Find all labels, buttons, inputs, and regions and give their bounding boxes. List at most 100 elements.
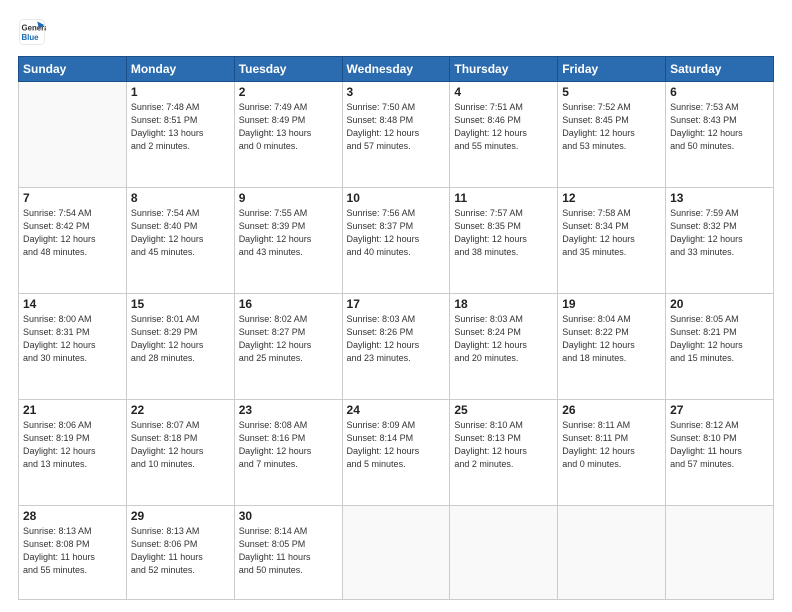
logo-icon: General Blue	[18, 18, 46, 46]
calendar-cell	[342, 506, 450, 600]
calendar-cell: 29 Sunrise: 8:13 AMSunset: 8:06 PMDayligh…	[126, 506, 234, 600]
calendar-week-row: 7Sunrise: 7:54 AMSunset: 8:42 PMDaylight…	[19, 188, 774, 294]
calendar-cell: 1Sunrise: 7:48 AMSunset: 8:51 PMDaylight…	[126, 82, 234, 188]
calendar-cell: 4 Sunrise: 7:51 AMSunset: 8:46 PMDaylight…	[450, 82, 558, 188]
header: General Blue	[18, 18, 774, 46]
calendar-week-row: 1Sunrise: 7:48 AMSunset: 8:51 PMDaylight…	[19, 82, 774, 188]
day-info: Sunrise: 8:07 AMSunset: 8:18 PMDaylight:…	[131, 419, 230, 471]
day-number: 30	[239, 509, 338, 523]
day-number: 21	[23, 403, 122, 417]
day-number: 15	[131, 297, 230, 311]
day-number: 25	[454, 403, 553, 417]
day-info: Sunrise: 7:55 AMSunset: 8:39 PMDaylight:…	[239, 207, 338, 259]
weekday-header-saturday: Saturday	[666, 57, 774, 82]
day-info: Sunrise: 8:03 AMSunset: 8:26 PMDaylight:…	[347, 313, 446, 365]
calendar-cell: 28 Sunrise: 8:13 AMSunset: 8:08 PMDayligh…	[19, 506, 127, 600]
day-info: Sunrise: 7:49 AMSunset: 8:49 PMDaylight:…	[239, 101, 338, 153]
day-number: 3	[347, 85, 446, 99]
weekday-header-monday: Monday	[126, 57, 234, 82]
calendar-cell: 24 Sunrise: 8:09 AMSunset: 8:14 PMDayligh…	[342, 400, 450, 506]
calendar-cell: 18 Sunrise: 8:03 AMSunset: 8:24 PMDayligh…	[450, 294, 558, 400]
weekday-header-thursday: Thursday	[450, 57, 558, 82]
calendar-cell: 27 Sunrise: 8:12 AMSunset: 8:10 PMDayligh…	[666, 400, 774, 506]
day-number: 12	[562, 191, 661, 205]
calendar-cell: 22 Sunrise: 8:07 AMSunset: 8:18 PMDayligh…	[126, 400, 234, 506]
day-number: 23	[239, 403, 338, 417]
day-info: Sunrise: 8:13 AMSunset: 8:06 PMDaylight:…	[131, 525, 230, 577]
day-number: 4	[454, 85, 553, 99]
calendar-week-row: 14 Sunrise: 8:00 AMSunset: 8:31 PMDayligh…	[19, 294, 774, 400]
day-info: Sunrise: 7:59 AMSunset: 8:32 PMDaylight:…	[670, 207, 769, 259]
day-info: Sunrise: 8:08 AMSunset: 8:16 PMDaylight:…	[239, 419, 338, 471]
calendar-cell: 26 Sunrise: 8:11 AMSunset: 8:11 PMDayligh…	[558, 400, 666, 506]
day-info: Sunrise: 8:10 AMSunset: 8:13 PMDaylight:…	[454, 419, 553, 471]
day-info: Sunrise: 8:09 AMSunset: 8:14 PMDaylight:…	[347, 419, 446, 471]
calendar-cell: 14 Sunrise: 8:00 AMSunset: 8:31 PMDayligh…	[19, 294, 127, 400]
calendar-cell: 6Sunrise: 7:53 AMSunset: 8:43 PMDaylight…	[666, 82, 774, 188]
calendar-week-row: 21 Sunrise: 8:06 AMSunset: 8:19 PMDayligh…	[19, 400, 774, 506]
day-info: Sunrise: 8:13 AMSunset: 8:08 PMDaylight:…	[23, 525, 122, 577]
day-number: 8	[131, 191, 230, 205]
logo: General Blue	[18, 18, 46, 46]
day-number: 13	[670, 191, 769, 205]
calendar-cell: 3 Sunrise: 7:50 AMSunset: 8:48 PMDaylight…	[342, 82, 450, 188]
calendar-cell: 20 Sunrise: 8:05 AMSunset: 8:21 PMDayligh…	[666, 294, 774, 400]
calendar-cell: 5 Sunrise: 7:52 AMSunset: 8:45 PMDaylight…	[558, 82, 666, 188]
calendar-table: SundayMondayTuesdayWednesdayThursdayFrid…	[18, 56, 774, 600]
day-info: Sunrise: 8:12 AMSunset: 8:10 PMDaylight:…	[670, 419, 769, 471]
weekday-header-row: SundayMondayTuesdayWednesdayThursdayFrid…	[19, 57, 774, 82]
day-info: Sunrise: 7:54 AMSunset: 8:40 PMDaylight:…	[131, 207, 230, 259]
calendar-cell: 19Sunrise: 8:04 AMSunset: 8:22 PMDayligh…	[558, 294, 666, 400]
weekday-header-tuesday: Tuesday	[234, 57, 342, 82]
day-number: 26	[562, 403, 661, 417]
calendar-cell	[19, 82, 127, 188]
day-number: 27	[670, 403, 769, 417]
day-number: 22	[131, 403, 230, 417]
day-info: Sunrise: 8:02 AMSunset: 8:27 PMDaylight:…	[239, 313, 338, 365]
day-number: 10	[347, 191, 446, 205]
day-info: Sunrise: 8:00 AMSunset: 8:31 PMDaylight:…	[23, 313, 122, 365]
day-number: 11	[454, 191, 553, 205]
day-number: 18	[454, 297, 553, 311]
day-number: 7	[23, 191, 122, 205]
day-info: Sunrise: 8:11 AMSunset: 8:11 PMDaylight:…	[562, 419, 661, 471]
day-number: 5	[562, 85, 661, 99]
calendar-cell: 30 Sunrise: 8:14 AMSunset: 8:05 PMDayligh…	[234, 506, 342, 600]
calendar-cell	[558, 506, 666, 600]
day-info: Sunrise: 8:06 AMSunset: 8:19 PMDaylight:…	[23, 419, 122, 471]
day-number: 29	[131, 509, 230, 523]
calendar-cell: 9 Sunrise: 7:55 AMSunset: 8:39 PMDaylight…	[234, 188, 342, 294]
day-number: 17	[347, 297, 446, 311]
day-number: 28	[23, 509, 122, 523]
calendar-cell: 17 Sunrise: 8:03 AMSunset: 8:26 PMDayligh…	[342, 294, 450, 400]
page: General Blue SundayMondayTuesdayWednesda…	[0, 0, 792, 612]
calendar-cell	[666, 506, 774, 600]
day-info: Sunrise: 7:57 AMSunset: 8:35 PMDaylight:…	[454, 207, 553, 259]
calendar-cell: 23 Sunrise: 8:08 AMSunset: 8:16 PMDayligh…	[234, 400, 342, 506]
day-number: 19	[562, 297, 661, 311]
day-info: Sunrise: 8:14 AMSunset: 8:05 PMDaylight:…	[239, 525, 338, 577]
calendar-cell: 7Sunrise: 7:54 AMSunset: 8:42 PMDaylight…	[19, 188, 127, 294]
weekday-header-friday: Friday	[558, 57, 666, 82]
calendar-cell	[450, 506, 558, 600]
calendar-cell: 2Sunrise: 7:49 AMSunset: 8:49 PMDaylight…	[234, 82, 342, 188]
day-info: Sunrise: 7:51 AMSunset: 8:46 PMDaylight:…	[454, 101, 553, 153]
day-info: Sunrise: 8:01 AMSunset: 8:29 PMDaylight:…	[131, 313, 230, 365]
day-number: 24	[347, 403, 446, 417]
day-info: Sunrise: 7:50 AMSunset: 8:48 PMDaylight:…	[347, 101, 446, 153]
day-info: Sunrise: 8:05 AMSunset: 8:21 PMDaylight:…	[670, 313, 769, 365]
calendar-cell: 13 Sunrise: 7:59 AMSunset: 8:32 PMDayligh…	[666, 188, 774, 294]
weekday-header-sunday: Sunday	[19, 57, 127, 82]
svg-text:Blue: Blue	[22, 33, 40, 42]
day-number: 9	[239, 191, 338, 205]
calendar-cell: 10 Sunrise: 7:56 AMSunset: 8:37 PMDayligh…	[342, 188, 450, 294]
day-number: 14	[23, 297, 122, 311]
calendar-cell: 16Sunrise: 8:02 AMSunset: 8:27 PMDayligh…	[234, 294, 342, 400]
calendar-week-row: 28 Sunrise: 8:13 AMSunset: 8:08 PMDayligh…	[19, 506, 774, 600]
day-info: Sunrise: 7:58 AMSunset: 8:34 PMDaylight:…	[562, 207, 661, 259]
day-number: 20	[670, 297, 769, 311]
day-info: Sunrise: 8:03 AMSunset: 8:24 PMDaylight:…	[454, 313, 553, 365]
day-info: Sunrise: 7:56 AMSunset: 8:37 PMDaylight:…	[347, 207, 446, 259]
calendar-cell: 25 Sunrise: 8:10 AMSunset: 8:13 PMDayligh…	[450, 400, 558, 506]
day-info: Sunrise: 7:52 AMSunset: 8:45 PMDaylight:…	[562, 101, 661, 153]
